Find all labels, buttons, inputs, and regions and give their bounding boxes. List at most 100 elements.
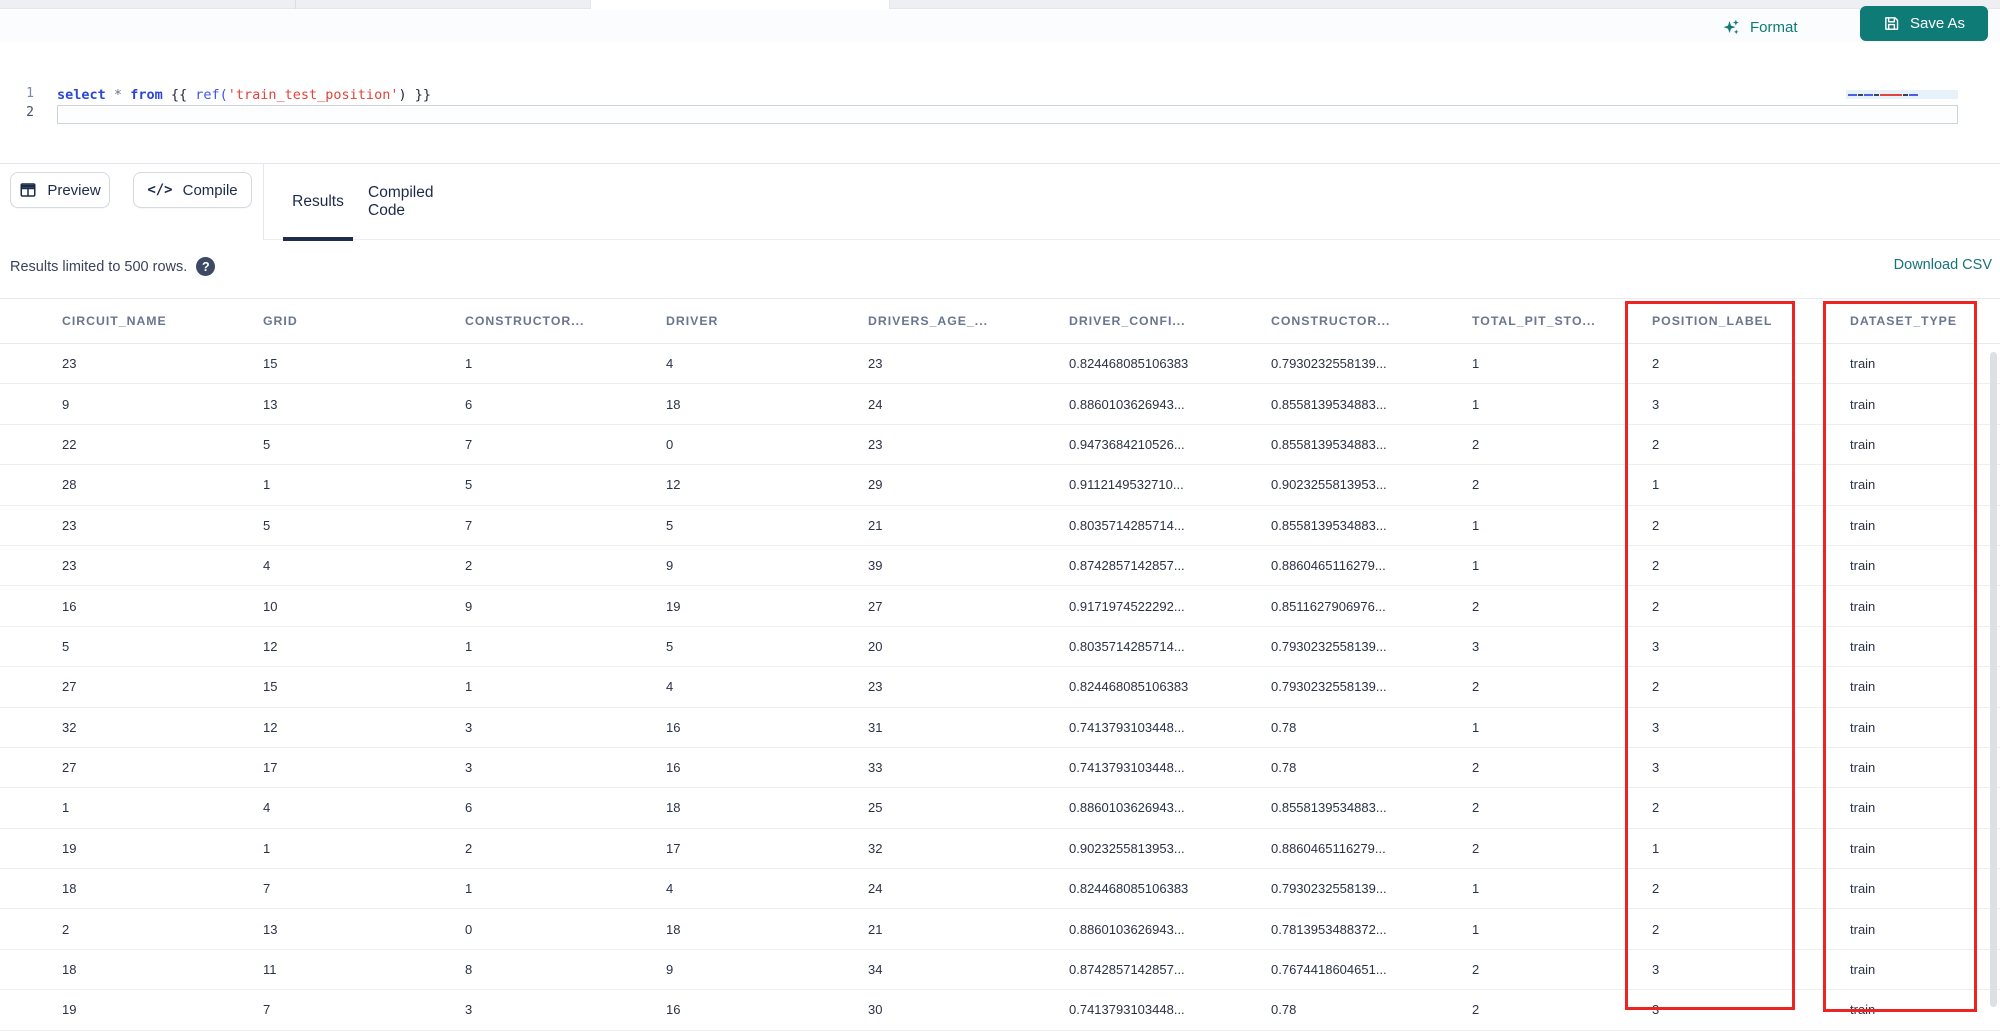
sql-code-line[interactable]: select * from {{ ref('train_test_positio… <box>57 86 431 105</box>
help-icon[interactable]: ? <box>196 257 216 276</box>
table-cell: 8 <box>465 962 473 978</box>
table-cell: 32 <box>62 719 77 735</box>
sql-code-editor[interactable]: 1 2 select * from {{ ref('train_test_pos… <box>0 42 2000 163</box>
table-cell: 0.9112149532710... <box>1069 477 1184 493</box>
table-cell: 17 <box>666 840 681 856</box>
table-cell: 0.7930232558139... <box>1271 679 1387 695</box>
editor-toolbar: Format Save As <box>0 6 2000 42</box>
table-cell: train <box>1850 921 1876 937</box>
vertical-scrollbar[interactable] <box>1990 352 1997 1007</box>
table-cell: train <box>1850 1002 1876 1018</box>
header-cell: POSITION_LABEL <box>1652 314 1773 328</box>
table-cell: 0.7674418604651... <box>1271 962 1387 978</box>
header-cell: CONSTRUCTOR... <box>1271 314 1391 328</box>
table-cell: 3 <box>1652 962 1660 978</box>
save-icon <box>1883 15 1900 32</box>
table-cell: 5 <box>666 638 674 654</box>
table-cell: 0.7930232558139... <box>1271 881 1387 897</box>
header-cell: DRIVER_CONFI... <box>1069 314 1186 328</box>
table-cell: 4 <box>263 800 271 816</box>
table-cell: 1 <box>465 881 473 897</box>
table-cell: 1 <box>465 679 473 695</box>
results-tabbar: Results Compiled Code <box>264 164 2000 241</box>
download-csv-link[interactable]: Download CSV <box>1894 257 1992 273</box>
table-cell: train <box>1850 477 1876 493</box>
save-as-button[interactable]: Save As <box>1860 6 1988 41</box>
table-cell: 5 <box>666 517 674 533</box>
table-cell: 10 <box>263 598 278 614</box>
compile-button[interactable]: </> Compile <box>133 172 252 208</box>
table-cell: 23 <box>62 517 77 533</box>
table-cell: 7 <box>263 881 271 897</box>
table-row: 28 1 5 12 29 0.9112149532710... 0.902325581395… <box>0 465 2000 506</box>
table-cell: 0.8035714285714... <box>1069 517 1185 533</box>
format-button-label: Format <box>1750 18 1798 36</box>
table-cell: 2 <box>62 921 70 937</box>
preview-button[interactable]: Preview <box>10 172 110 208</box>
table-header-row: CIRCUIT_NAME GRID CONSTRUCTOR... DRIVER DRIV… <box>0 298 2000 344</box>
table-cell: 15 <box>263 679 278 695</box>
table-cell: 4 <box>666 356 674 372</box>
table-cell: 1 <box>62 800 70 816</box>
table-cell: 1 <box>263 477 271 493</box>
table-cell: 22 <box>62 436 77 452</box>
tab-results[interactable]: Results <box>283 164 353 241</box>
table-cell: 0.9023255813953... <box>1271 477 1387 493</box>
table-cell: 16 <box>666 760 681 776</box>
table-cell: 2 <box>1472 679 1480 695</box>
header-cell: CIRCUIT_NAME <box>62 314 167 328</box>
table-cell: 3 <box>465 760 473 776</box>
table-cell: 13 <box>263 396 278 412</box>
table-cell: 1 <box>263 840 271 856</box>
table-cell: 27 <box>62 760 77 776</box>
table-cell: 3 <box>1652 719 1660 735</box>
table-cell: 13 <box>263 921 278 937</box>
table-cell: train <box>1850 962 1876 978</box>
table-row: 27 15 1 4 23 0.824468085106383 0.7930232558139… <box>0 667 2000 708</box>
table-cell: 2 <box>465 840 473 856</box>
table-cell: 0.8742857142857... <box>1069 558 1185 574</box>
table-cell: 2 <box>1652 921 1660 937</box>
code-token-keyword: select <box>57 87 106 103</box>
table-cell: 0.9171974522292... <box>1069 598 1185 614</box>
table-cell: 34 <box>868 962 883 978</box>
table-cell: 3 <box>1652 760 1660 776</box>
header-cell: DRIVERS_AGE_... <box>868 314 988 328</box>
table-cell: 2 <box>1472 477 1480 493</box>
table-cell: 2 <box>1652 436 1660 452</box>
table-cell: 2 <box>1652 598 1660 614</box>
table-cell: 0.8558139534883... <box>1271 436 1387 452</box>
table-cell: train <box>1850 558 1876 574</box>
table-cell: 0 <box>666 436 674 452</box>
header-cell: CONSTRUCTOR... <box>465 314 585 328</box>
table-cell: 19 <box>62 1002 77 1018</box>
table-cell: 2 <box>1472 840 1480 856</box>
code-token-keyword: from <box>130 87 163 103</box>
code-token-function: ref( <box>195 87 228 103</box>
code-token-operator: * <box>113 87 123 103</box>
table-cell: 33 <box>868 760 883 776</box>
table-cell: 3 <box>1652 638 1660 654</box>
results-table: CIRCUIT_NAME GRID CONSTRUCTOR... DRIVER DRIV… <box>0 298 2000 1031</box>
tab-compiled-code[interactable]: Compiled Code <box>368 164 464 240</box>
table-cell: 1 <box>1652 477 1660 493</box>
table-cell: train <box>1850 598 1876 614</box>
table-cell: 0.7930232558139... <box>1271 356 1387 372</box>
table-cell: 11 <box>263 962 277 978</box>
tab-compiled-code-label: Compiled Code <box>368 184 434 219</box>
table-cell: 0.7930232558139... <box>1271 638 1387 654</box>
table-cell: 2 <box>1472 598 1480 614</box>
table-cell: 27 <box>868 598 883 614</box>
table-cell: 3 <box>1652 1002 1660 1018</box>
table-cell: 0.78 <box>1271 1002 1297 1018</box>
table-cell: 16 <box>62 598 77 614</box>
active-window-tab[interactable] <box>590 0 890 9</box>
table-cell: train <box>1850 396 1876 412</box>
active-line-cursor[interactable] <box>57 105 1958 124</box>
table-cell: 1 <box>1472 719 1480 735</box>
results-limit-note: Results limited to 500 rows. ? <box>10 257 216 276</box>
format-button[interactable]: Format <box>1722 12 1798 42</box>
table-cell: 2 <box>1472 800 1480 816</box>
table-cell: 39 <box>868 558 883 574</box>
table-row: 18 7 1 4 24 0.824468085106383 0.7930232558139.… <box>0 869 2000 910</box>
